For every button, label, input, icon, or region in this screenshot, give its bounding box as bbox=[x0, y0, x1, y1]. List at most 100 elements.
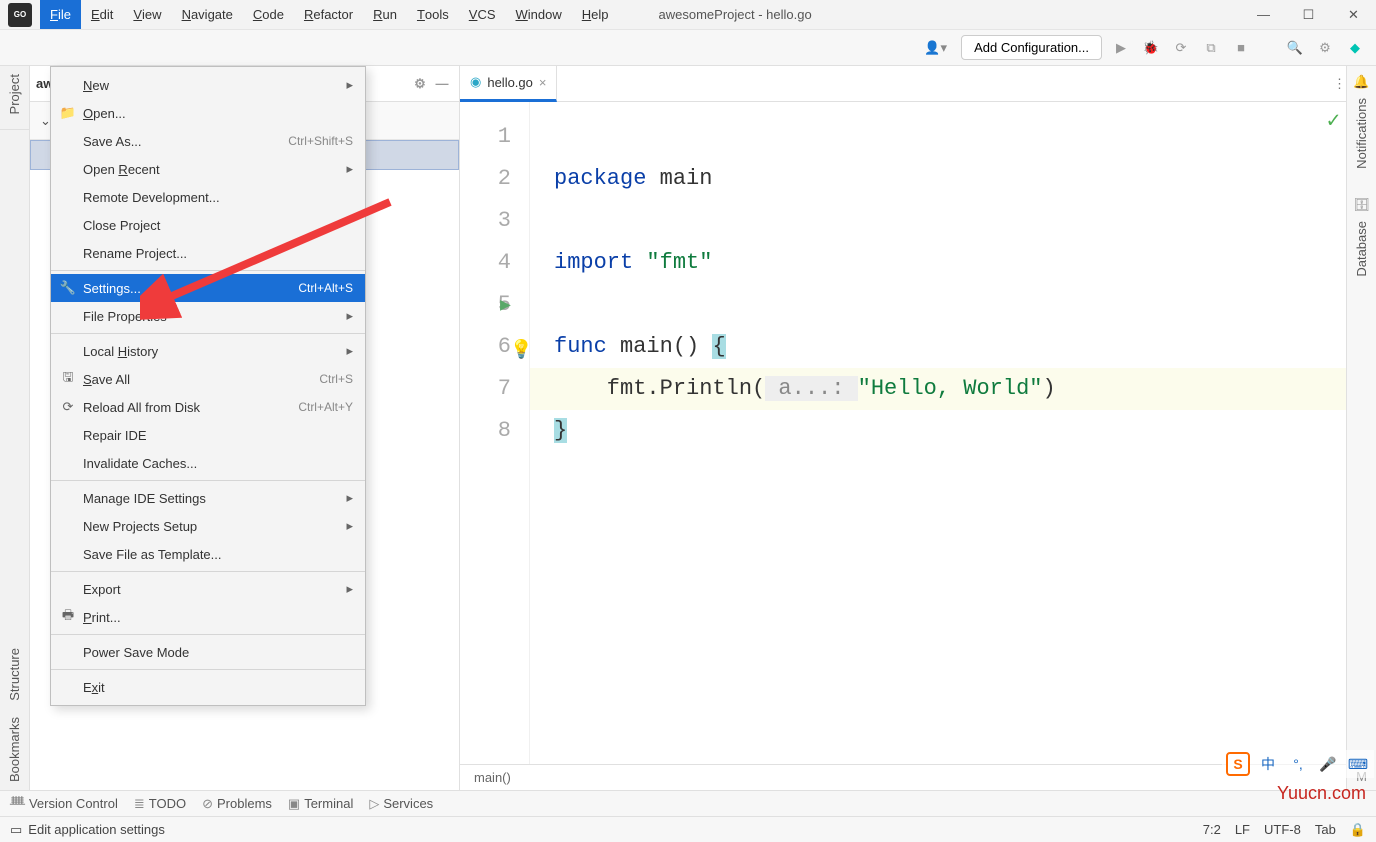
status-context-icon: ▭ bbox=[10, 822, 22, 838]
minimize-button[interactable]: — bbox=[1241, 0, 1286, 30]
bottom-tool-terminal[interactable]: ▣Terminal bbox=[288, 796, 353, 812]
parameter-hint: a...: bbox=[765, 376, 857, 401]
menu-window[interactable]: Window bbox=[506, 0, 572, 29]
submenu-arrow-icon: ▸ bbox=[346, 343, 353, 359]
inspection-ok-icon[interactable]: ✓ bbox=[1327, 108, 1340, 134]
status-encoding[interactable]: UTF-8 bbox=[1264, 822, 1301, 837]
run-line-icon[interactable]: ▶ bbox=[500, 285, 511, 327]
menu-item-remote-development[interactable]: Remote Development... bbox=[51, 183, 365, 211]
status-lock-icon[interactable]: 🔒 bbox=[1350, 822, 1366, 838]
ime-punct-icon[interactable]: °, bbox=[1286, 752, 1310, 776]
bottom-tool-problems[interactable]: ⊘Problems bbox=[202, 796, 272, 812]
menu-item-invalidate-caches[interactable]: Invalidate Caches... bbox=[51, 449, 365, 477]
menu-item-label: Exit bbox=[83, 680, 105, 695]
close-tab-icon[interactable]: × bbox=[539, 75, 547, 90]
submenu-arrow-icon: ▸ bbox=[346, 490, 353, 506]
user-icon[interactable]: 👤▾ bbox=[924, 40, 947, 56]
menu-item-file-properties[interactable]: File Properties▸ bbox=[51, 302, 365, 330]
sogou-icon[interactable]: S bbox=[1226, 752, 1250, 776]
left-tool-strip: Project Structure Bookmarks bbox=[0, 66, 30, 790]
editor-tab-menu-icon[interactable]: ⋮ bbox=[1333, 76, 1346, 92]
menu-item-rename-project[interactable]: Rename Project... bbox=[51, 239, 365, 267]
menu-help[interactable]: Help bbox=[572, 0, 619, 29]
menu-item-power-save-mode[interactable]: Power Save Mode bbox=[51, 638, 365, 666]
menu-item-local-history[interactable]: Local History▸ bbox=[51, 337, 365, 365]
code-token: package bbox=[554, 166, 660, 191]
menu-item-close-project[interactable]: Close Project bbox=[51, 211, 365, 239]
maximize-button[interactable]: ☐ bbox=[1286, 0, 1331, 30]
gutter-line-number: 1 bbox=[460, 116, 511, 158]
notifications-tool-tab[interactable]: Notifications bbox=[1354, 90, 1369, 177]
menu-item-label: Settings... bbox=[83, 281, 141, 296]
ime-voice-icon[interactable]: 🎤 bbox=[1316, 752, 1340, 776]
editor-tab-hello[interactable]: ◉ hello.go × bbox=[460, 66, 557, 102]
bookmarks-tool-tab[interactable]: Bookmarks bbox=[7, 709, 22, 790]
status-line-sep[interactable]: LF bbox=[1235, 822, 1250, 837]
toolbar: 👤▾ Add Configuration... ▶ 🐞 ⟳ ⧉ ■ 🔍 ⚙ ◆ bbox=[0, 30, 1376, 66]
profile-icon[interactable]: ⧉ bbox=[1200, 37, 1222, 59]
menu-vcs[interactable]: VCS bbox=[459, 0, 506, 29]
menu-tools[interactable]: Tools bbox=[407, 0, 459, 29]
status-indent[interactable]: Tab bbox=[1315, 822, 1336, 837]
structure-tool-tab[interactable]: Structure bbox=[7, 640, 22, 709]
menu-file[interactable]: File bbox=[40, 0, 81, 29]
menu-item-save-all[interactable]: 🖫Save AllCtrl+S bbox=[51, 365, 365, 393]
menu-item-print[interactable]: 🖶Print... bbox=[51, 603, 365, 631]
notifications-bell-icon[interactable]: 🔔 bbox=[1353, 74, 1369, 90]
jetbrains-icon[interactable]: ◆ bbox=[1344, 37, 1366, 59]
menu-item-repair-ide[interactable]: Repair IDE bbox=[51, 421, 365, 449]
editor-gutter: ▶ 💡 12345678 bbox=[460, 102, 530, 764]
menu-code[interactable]: Code bbox=[243, 0, 294, 29]
ime-lang-icon[interactable]: 中 bbox=[1256, 752, 1280, 776]
menu-navigate[interactable]: Navigate bbox=[172, 0, 243, 29]
menu-item-open[interactable]: 📁Open... bbox=[51, 99, 365, 127]
debug-icon[interactable]: 🐞 bbox=[1140, 37, 1162, 59]
ime-keyboard-icon[interactable]: ⌨ bbox=[1346, 752, 1370, 776]
breadcrumb-item[interactable]: main() bbox=[474, 770, 511, 785]
right-tool-strip: 🔔 Notifications 🗄 Database M bbox=[1346, 66, 1376, 790]
panel-hide-icon[interactable]: — bbox=[431, 73, 453, 95]
run-icon[interactable]: ▶ bbox=[1110, 37, 1132, 59]
menu-run[interactable]: Run bbox=[363, 0, 407, 29]
status-bar: ▭ Edit application settings 7:2 LF UTF-8… bbox=[0, 816, 1376, 842]
database-tool-tab[interactable]: Database bbox=[1354, 213, 1369, 285]
print-icon: 🖶 bbox=[59, 606, 77, 628]
code-content[interactable]: package main import "fmt" func main() { … bbox=[530, 102, 1346, 764]
stop-icon[interactable]: ■ bbox=[1230, 37, 1252, 59]
bottom-tool-version-control[interactable]: ᚙVersion Control bbox=[10, 796, 118, 812]
bottom-tool-services[interactable]: ▷Services bbox=[369, 796, 433, 812]
menu-item-new-projects-setup[interactable]: New Projects Setup▸ bbox=[51, 512, 365, 540]
menu-item-label: File Properties bbox=[83, 309, 167, 324]
menu-item-open-recent[interactable]: Open Recent▸ bbox=[51, 155, 365, 183]
menu-item-settings[interactable]: 🔧Settings...Ctrl+Alt+S bbox=[51, 274, 365, 302]
menu-view[interactable]: View bbox=[123, 0, 171, 29]
menu-item-export[interactable]: Export▸ bbox=[51, 575, 365, 603]
gutter-line-number: 7 bbox=[460, 368, 511, 410]
database-icon[interactable]: 🗄 bbox=[1353, 197, 1370, 213]
menu-refactor[interactable]: Refactor bbox=[294, 0, 363, 29]
panel-gear-icon[interactable]: ⚙ bbox=[409, 73, 431, 95]
menu-item-manage-ide-settings[interactable]: Manage IDE Settings▸ bbox=[51, 484, 365, 512]
menu-item-new[interactable]: New▸ bbox=[51, 71, 365, 99]
file-menu-dropdown: New▸📁Open...Save As...Ctrl+Shift+SOpen R… bbox=[50, 66, 366, 706]
menu-item-reload-all-from-disk[interactable]: ⟳Reload All from DiskCtrl+Alt+Y bbox=[51, 393, 365, 421]
watermark-text: Yuucn.com bbox=[1277, 783, 1366, 804]
editor-body[interactable]: ✓ ▶ 💡 12345678 package main import "fmt"… bbox=[460, 102, 1346, 764]
menu-item-label: Save All bbox=[83, 372, 130, 387]
menu-item-save-as[interactable]: Save As...Ctrl+Shift+S bbox=[51, 127, 365, 155]
add-configuration-button[interactable]: Add Configuration... bbox=[961, 35, 1102, 60]
coverage-icon[interactable]: ⟳ bbox=[1170, 37, 1192, 59]
close-button[interactable]: ✕ bbox=[1331, 0, 1376, 30]
menu-item-save-file-as-template[interactable]: Save File as Template... bbox=[51, 540, 365, 568]
menu-edit[interactable]: Edit bbox=[81, 0, 123, 29]
menu-item-shortcut: Ctrl+Alt+S bbox=[298, 281, 353, 295]
status-caret-pos[interactable]: 7:2 bbox=[1203, 822, 1221, 837]
menu-item-label: New Projects Setup bbox=[83, 519, 197, 534]
menu-item-exit[interactable]: Exit bbox=[51, 673, 365, 701]
bottom-tool-todo[interactable]: ≣TODO bbox=[134, 796, 186, 812]
search-icon[interactable]: 🔍 bbox=[1284, 37, 1306, 59]
settings-gear-icon[interactable]: ⚙ bbox=[1314, 37, 1336, 59]
project-tool-tab[interactable]: Project bbox=[7, 66, 22, 122]
folder-icon: 📁 bbox=[59, 105, 77, 121]
submenu-arrow-icon: ▸ bbox=[346, 77, 353, 93]
